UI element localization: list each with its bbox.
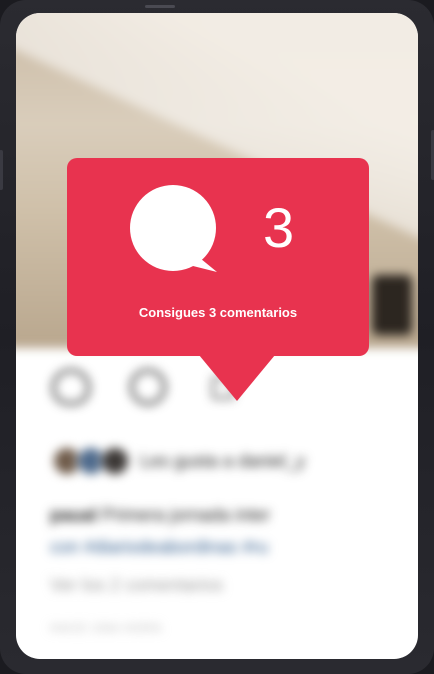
post-photo-object xyxy=(372,275,412,335)
phone-frame: Les gusta a daniel_y paual Primera jorna… xyxy=(0,0,434,674)
caption-hashtags[interactable]: con #diariodeabordinas #ru xyxy=(50,537,268,558)
comment-bubble-icon xyxy=(130,185,217,272)
heart-icon[interactable] xyxy=(52,369,90,405)
comment-icon[interactable] xyxy=(130,369,166,405)
comment-notification-popup: 3 Consigues 3 comentarios xyxy=(67,158,369,401)
popup-pointer xyxy=(199,355,275,401)
caption-text: Primera jornada inter xyxy=(97,505,271,525)
caption-username[interactable]: paual xyxy=(50,505,97,525)
liked-by-text: Les gusta a daniel_y xyxy=(140,450,306,471)
view-comments-link[interactable]: Ver los 2 comentarios xyxy=(50,575,223,596)
screen: Les gusta a daniel_y paual Primera jorna… xyxy=(16,13,418,659)
avatar xyxy=(100,446,130,476)
speaker-notch xyxy=(145,5,175,8)
post-timestamp: HACE UNA HORA xyxy=(50,621,163,635)
notification-message: Consigues 3 comentarios xyxy=(138,305,298,320)
comment-count: 3 xyxy=(263,196,295,259)
liked-by-row[interactable]: Les gusta a daniel_y xyxy=(52,443,305,479)
post-caption: paual Primera jornada inter xyxy=(50,505,270,526)
volume-button xyxy=(0,150,3,190)
